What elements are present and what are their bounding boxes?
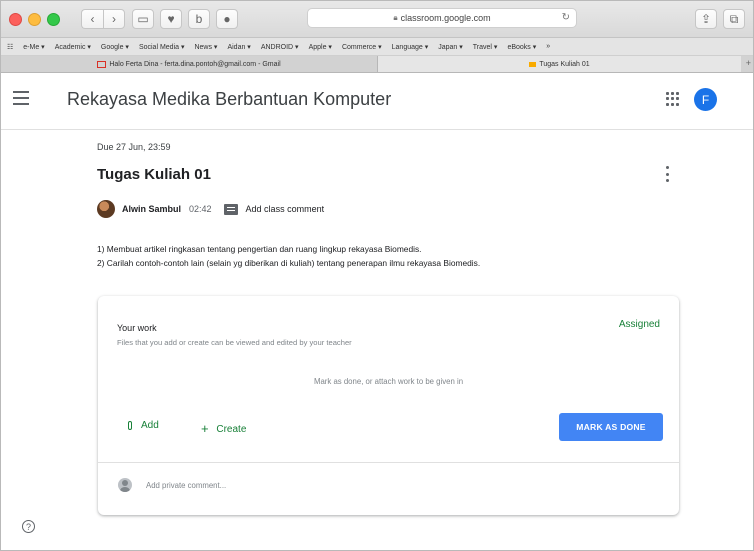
extension-circle-icon[interactable]: ● <box>216 9 238 29</box>
bookmark-folder[interactable]: Language ▾ <box>392 43 429 51</box>
bookmark-folder[interactable]: Japan ▾ <box>438 43 463 51</box>
window-controls <box>9 13 60 26</box>
due-date: Due 27 Jun, 23:59 <box>97 142 171 152</box>
bookmark-folder[interactable]: Apple ▾ <box>309 43 332 51</box>
browser-toolbar: ‹ › ▭ ♥ b ● 🔒︎ classroom.google.com ↻ ⇪ … <box>1 1 753 38</box>
create-label: Create <box>216 424 247 435</box>
bookmark-folder[interactable]: News ▾ <box>194 43 217 51</box>
your-work-title: Your work <box>117 323 157 333</box>
reload-icon[interactable]: ↻ <box>562 12 570 23</box>
teacher-avatar <box>97 200 115 218</box>
browser-window: ‹ › ▭ ♥ b ● 🔒︎ classroom.google.com ↻ ⇪ … <box>0 0 754 551</box>
more-options-icon[interactable] <box>666 166 670 182</box>
account-avatar[interactable]: F <box>694 88 717 111</box>
assignment-title: Tugas Kuliah 01 <box>97 166 211 183</box>
bookmark-folder[interactable]: ANDROID ▾ <box>261 43 299 51</box>
status-badge: Assigned <box>618 319 660 330</box>
add-button[interactable]: Add <box>128 420 159 431</box>
comment-icon[interactable] <box>223 203 238 215</box>
bookmark-folder[interactable]: Academic ▾ <box>55 43 91 51</box>
instruction-line: 1) Membuat artikel ringkasan tentang pen… <box>97 244 422 254</box>
minimize-window-icon[interactable] <box>28 13 41 26</box>
teacher-name: Alwin Sambul <box>122 204 182 214</box>
your-work-card: Your work Files that you add or create c… <box>98 296 679 515</box>
back-button[interactable]: ‹ <box>81 9 103 29</box>
bookmark-folder[interactable]: Commerce ▾ <box>342 43 382 51</box>
divider <box>98 462 679 463</box>
instruction-line: 2) Carilah contoh-contoh lain (selain yg… <box>97 258 481 268</box>
add-class-comment-link[interactable]: Add class comment <box>246 204 325 214</box>
extension-b-icon[interactable]: b <box>188 9 210 29</box>
classroom-header: Rekayasa Medika Berbantuan Komputer F <box>1 73 753 130</box>
tab-label: Halo Ferta Dina - ferta.dina.pontoh@gmai… <box>109 60 281 68</box>
forward-button[interactable]: › <box>103 9 125 29</box>
mark-as-done-button[interactable]: MARK AS DONE <box>559 413 663 441</box>
google-apps-icon[interactable] <box>666 92 680 106</box>
assignment-instructions: 1) Membuat artikel ringkasan tentang pen… <box>97 242 480 270</box>
menu-icon[interactable] <box>13 91 29 105</box>
work-hint: Mark as done, or attach work to be given… <box>313 377 464 386</box>
post-time: 02:42 <box>189 204 212 214</box>
right-toolbar: ⇪ ⧉ <box>695 9 751 29</box>
add-label: Add <box>141 420 159 431</box>
tab-label: Tugas Kuliah 01 <box>539 60 590 68</box>
address-bar[interactable]: 🔒︎ classroom.google.com ↻ <box>307 8 577 28</box>
fullscreen-window-icon[interactable] <box>47 13 60 26</box>
url-text: classroom.google.com <box>400 13 491 23</box>
bookmark-folder[interactable]: Travel ▾ <box>473 43 498 51</box>
help-icon[interactable]: ? <box>22 520 35 533</box>
bookmark-folder[interactable]: Aidan ▾ <box>227 43 250 51</box>
attachment-icon <box>128 421 132 430</box>
bookmark-folder[interactable]: eBooks ▾ <box>507 43 536 51</box>
your-work-subtitle: Files that you add or create can be view… <box>117 338 352 347</box>
tab-classroom[interactable]: Tugas Kuliah 01 <box>377 56 741 72</box>
gmail-icon <box>97 60 107 68</box>
class-title[interactable]: Rekayasa Medika Berbantuan Komputer <box>67 89 391 110</box>
top-sites-icon[interactable]: ☷ <box>7 43 13 51</box>
share-icon[interactable]: ⇪ <box>695 9 717 29</box>
user-avatar-icon <box>118 478 132 492</box>
toolbar-buttons: ▭ ♥ b ● <box>132 9 244 29</box>
tab-bar: Halo Ferta Dina - ferta.dina.pontoh@gmai… <box>1 56 753 73</box>
tab-gmail[interactable]: Halo Ferta Dina - ferta.dina.pontoh@gmai… <box>1 56 377 72</box>
sidebar-toggle-icon[interactable]: ▭ <box>132 9 154 29</box>
pocket-extension-icon[interactable]: ♥ <box>160 9 182 29</box>
bookmarks-overflow[interactable]: » <box>546 43 550 50</box>
bookmark-folder[interactable]: e-Me ▾ <box>23 43 44 51</box>
create-button[interactable]: + Create <box>201 420 247 436</box>
assignment-meta: Alwin Sambul 02:42 Add class comment <box>97 199 324 219</box>
bookmarks-bar: ☷ e-Me ▾ Academic ▾ Google ▾ Social Medi… <box>1 38 753 56</box>
private-comment-input[interactable]: Add private comment... <box>146 481 226 490</box>
bookmark-folder[interactable]: Google ▾ <box>101 43 129 51</box>
history-nav: ‹ › <box>81 9 131 29</box>
new-tab-button[interactable]: + <box>746 58 751 68</box>
tab-overview-icon[interactable]: ⧉ <box>723 9 745 29</box>
classroom-icon <box>529 61 537 67</box>
bookmark-folder[interactable]: Social Media ▾ <box>139 43 185 51</box>
plus-icon: + <box>201 421 209 436</box>
lock-icon: 🔒︎ <box>393 13 398 22</box>
close-window-icon[interactable] <box>9 13 22 26</box>
